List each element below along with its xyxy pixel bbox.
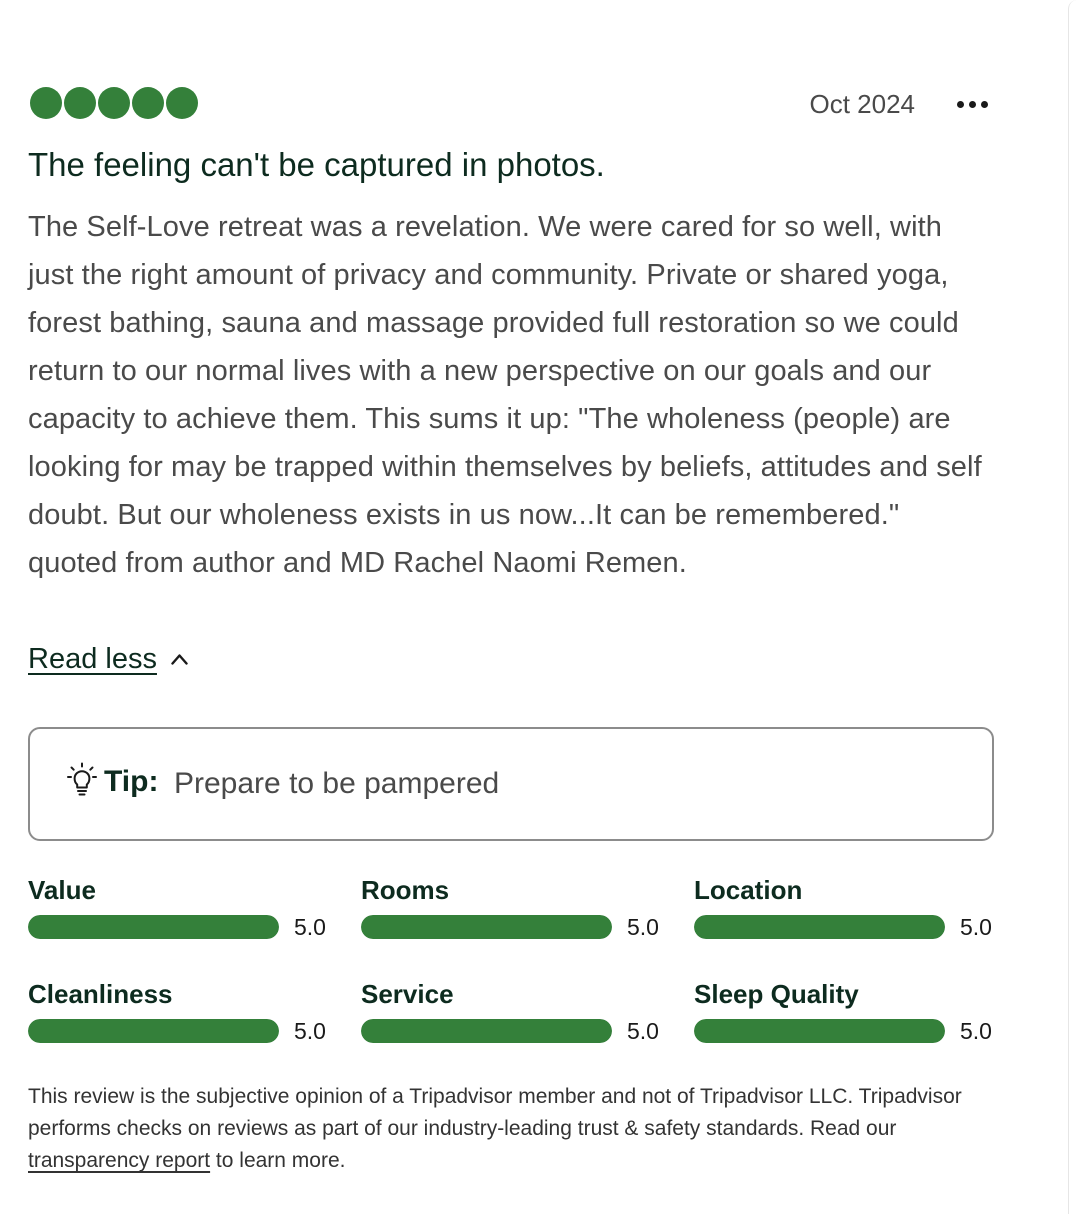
more-dots-icon [968,100,976,108]
more-dots-icon [980,100,988,108]
subrating-label: Rooms [361,875,450,905]
disclaimer-text: This review is the subjective opinion of… [28,1081,994,1177]
subrating-item: Sleep Quality 5.0 [694,974,996,1046]
more-options-button[interactable] [952,93,992,115]
bubble-rating [30,87,198,120]
subrating-item: Value 5.0 [28,870,330,942]
rating-bubble-icon [98,87,130,119]
subrating-bar-fill [694,915,945,939]
subrating-bar-fill [28,1019,279,1043]
subrating-bar [694,1019,945,1043]
tip-box: Tip: Prepare to be pampered [28,727,994,841]
adjacent-card-edge [1068,0,1076,1214]
review-date: Oct 2024 [809,89,915,119]
lightbulb-icon [67,762,97,796]
subrating-label: Sleep Quality [694,979,859,1009]
more-dots-icon [956,100,964,108]
review-body: The Self-Love retreat was a revelation. … [28,211,982,579]
subratings-grid: Value 5.0 Rooms 5.0 Location 5.0 Cleanliness 5.… [28,870,994,1050]
subrating-label: Value [28,875,96,905]
subrating-item: Location 5.0 [694,870,996,942]
disclaimer-text-after: to learn more. [210,1149,346,1172]
subrating-bar [694,915,945,939]
review-title: The feeling can't be captured in photos. [28,146,605,183]
subrating-item: Service 5.0 [361,974,663,1046]
review-header: Oct 2024 [28,86,994,122]
rating-bubble-icon [132,87,164,119]
subrating-bar-fill [361,915,612,939]
subrating-value: 5.0 [960,1018,992,1044]
transparency-report-link[interactable]: transparency report [28,1149,210,1172]
subrating-bar [28,1019,279,1043]
read-less-label: Read less [28,642,157,675]
rating-bubble-icon [30,87,62,119]
subrating-value: 5.0 [294,1018,326,1044]
chevron-up-icon [171,653,188,665]
rating-bubble-icon [64,87,96,119]
subrating-item: Rooms 5.0 [361,870,663,942]
subrating-bar-fill [28,915,279,939]
tip-text: Prepare to be pampered [174,767,500,800]
subrating-bar [361,915,612,939]
subrating-label: Service [361,979,454,1009]
subrating-bar-fill [694,1019,945,1043]
read-less-button[interactable]: Read less [28,638,188,680]
subrating-value: 5.0 [960,914,992,940]
subrating-label: Location [694,875,803,905]
subrating-value: 5.0 [294,914,326,940]
tip-label: Tip: [104,765,159,798]
subrating-bar-fill [361,1019,612,1043]
subrating-label: Cleanliness [28,979,173,1009]
rating-bubble-icon [166,87,198,119]
subrating-item: Cleanliness 5.0 [28,974,330,1046]
subrating-bar [28,915,279,939]
subrating-value: 5.0 [627,914,659,940]
disclaimer-text-before: This review is the subjective opinion of… [28,1085,962,1140]
subrating-bar [361,1019,612,1043]
subrating-value: 5.0 [627,1018,659,1044]
